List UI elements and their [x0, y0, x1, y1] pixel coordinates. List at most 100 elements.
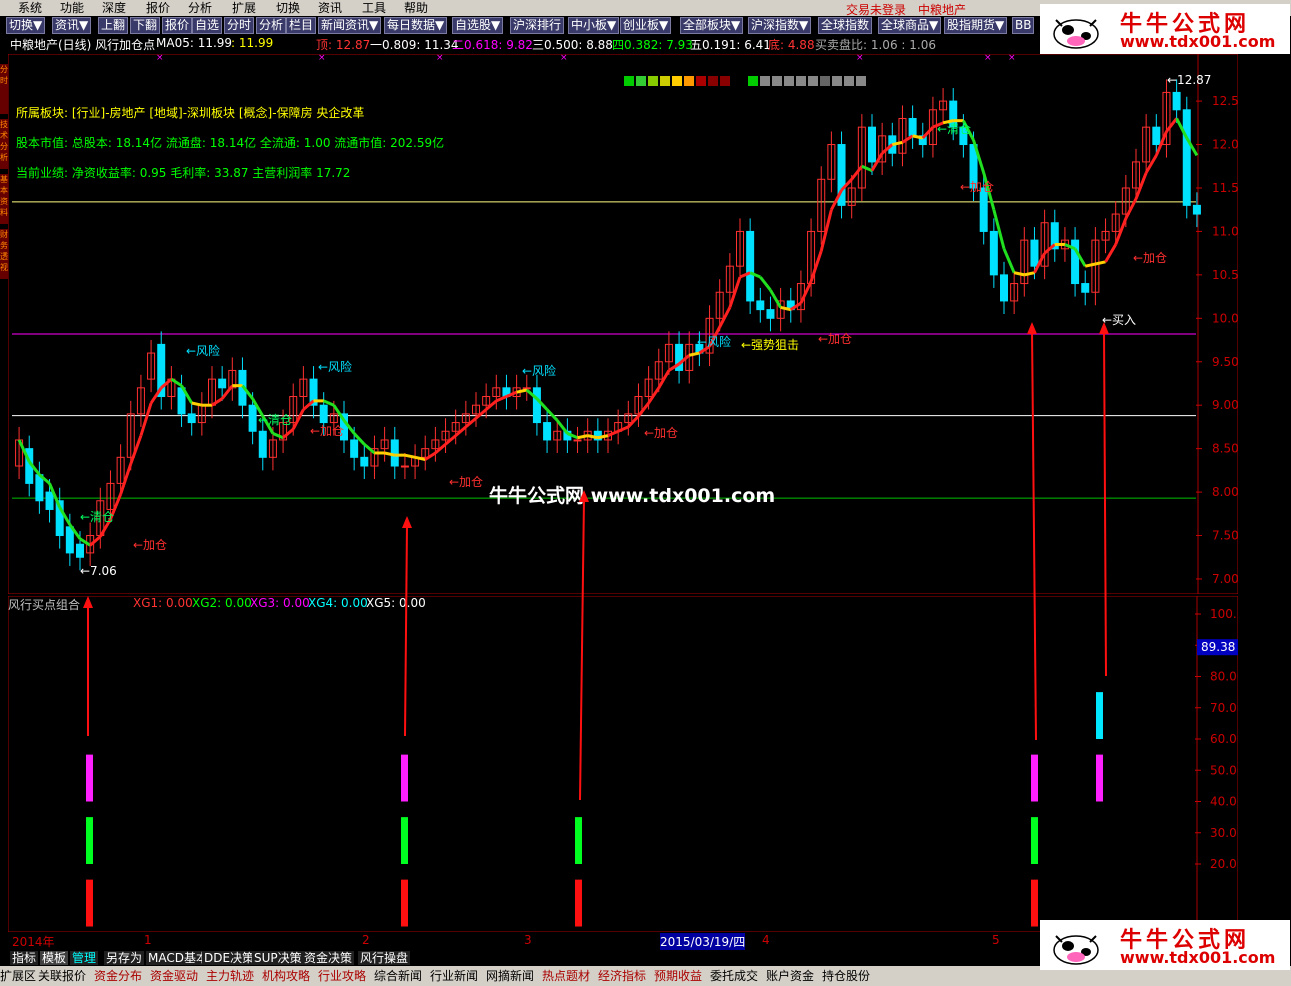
- candle-body: [573, 439, 582, 442]
- menu-item-6[interactable]: 切换: [276, 1, 300, 15]
- trend-line-segment: [769, 289, 782, 309]
- toolbar-button-19[interactable]: 股指期货▼: [944, 17, 1008, 34]
- toolbar-button-3[interactable]: 下翻: [130, 17, 161, 34]
- trend-line-segment: [291, 408, 305, 430]
- trend-line-segment: [129, 435, 143, 465]
- trend-line-segment: [516, 388, 528, 394]
- bottom-menu-item-10[interactable]: 热点题材: [542, 968, 590, 984]
- status-block-1: [760, 76, 770, 86]
- indicator-tick-5: 50.00: [1210, 763, 1238, 777]
- trend-line-segment: [211, 397, 223, 407]
- trend-line-segment: [1165, 117, 1178, 133]
- menu-item-5[interactable]: 扩展: [232, 1, 256, 15]
- logo-url: www.tdx001.com: [1120, 32, 1276, 51]
- annotation-4: ←强势狙击: [741, 338, 800, 352]
- toolbar-button-18[interactable]: 全球商品▼: [878, 17, 942, 34]
- signal-bar-magenta: [1096, 754, 1103, 802]
- bottom-menu-item-8[interactable]: 行业新闻: [430, 968, 478, 984]
- bottom-tab-6[interactable]: SUP决策: [252, 951, 304, 965]
- price-tick-0: 12.50: [1212, 94, 1238, 108]
- bottom-menu-item-2[interactable]: 资金分布: [94, 968, 142, 984]
- trend-line-segment: [1134, 172, 1148, 200]
- date-label-4: 2015/03/19/四: [660, 933, 746, 950]
- bottom-menu-item-15[interactable]: 持仓股份: [822, 968, 870, 984]
- left-tab-2[interactable]: 基本资料: [0, 174, 8, 224]
- bottom-menu-item-3[interactable]: 资金驱动: [150, 968, 198, 984]
- toolbar-button-4[interactable]: 报价: [162, 17, 193, 34]
- bottom-menu-item-4[interactable]: 主力轨迹: [206, 968, 254, 984]
- capital-info: 股本市值: 总股本: 18.14亿 流通盘: 18.14亿 全流通: 1.00 …: [16, 136, 445, 150]
- toolbar-button-11[interactable]: 自选股▼: [452, 17, 504, 34]
- level-two: 二0.618: 9.82: [452, 38, 533, 52]
- candle-body: [76, 543, 84, 558]
- bottom-tab-0[interactable]: 指标: [10, 951, 39, 965]
- bottom-menu-item-11[interactable]: 经济指标: [598, 968, 646, 984]
- menu-item-0[interactable]: 系统: [18, 1, 42, 15]
- toolbar-button-10[interactable]: 每日数据▼: [384, 17, 448, 34]
- bottom-tab-2[interactable]: 管理: [70, 951, 99, 965]
- left-tab-3[interactable]: 财务透视: [0, 229, 8, 279]
- signal-bar-green: [1031, 817, 1038, 864]
- menu-item-9[interactable]: 帮助: [404, 1, 428, 15]
- bottom-tab-5[interactable]: DDE决策: [202, 951, 257, 965]
- annotation-5: ←清仓: [80, 510, 115, 524]
- status-block-4: [796, 76, 806, 86]
- candle-body: [1030, 239, 1039, 267]
- toolbar-button-12[interactable]: 沪深排行: [510, 17, 565, 34]
- toolbar-button-15[interactable]: 全部板块▼: [680, 17, 744, 34]
- menu-item-8[interactable]: 工具: [362, 1, 386, 15]
- menu-item-1[interactable]: 功能: [60, 1, 84, 15]
- strength-block-1: [636, 76, 646, 86]
- trend-line-segment: [809, 250, 823, 282]
- trend-line-segment: [891, 140, 903, 147]
- left-tab-1[interactable]: 技术分析: [0, 119, 8, 169]
- toolbar-button-6[interactable]: 分时: [224, 17, 255, 34]
- level-one: 一0.809: 11.34: [370, 38, 459, 52]
- status-block-6: [820, 76, 830, 86]
- menu-item-3[interactable]: 报价: [146, 1, 170, 15]
- candle-body: [1192, 204, 1201, 215]
- strength-block-2: [648, 76, 658, 86]
- toolbar-button-14[interactable]: 创业板▼: [620, 17, 672, 34]
- menu-item-4[interactable]: 分析: [188, 1, 212, 15]
- current-value-label: 89.38: [1201, 640, 1235, 654]
- bottom-menu-item-0[interactable]: 扩展区: [0, 968, 36, 984]
- candle-body: [1152, 126, 1161, 146]
- bottom-tab-4[interactable]: MACD基本: [146, 951, 210, 965]
- toolbar-button-8[interactable]: 栏目: [286, 17, 317, 34]
- annotation-7: ←清仓: [937, 122, 972, 136]
- bottom-menu-item-1[interactable]: 关联报价: [38, 968, 86, 984]
- bottom-tab-1[interactable]: 模板: [40, 951, 69, 965]
- toolbar-button-17[interactable]: 全球指数: [818, 17, 873, 34]
- toolbar-button-2[interactable]: 上翻: [98, 17, 129, 34]
- candle-body: [522, 387, 531, 390]
- level-three: 三0.500: 8.88: [532, 38, 613, 52]
- bottom-tab-8[interactable]: 风行操盘: [358, 951, 411, 965]
- toolbar-button-13[interactable]: 中小板▼: [568, 17, 620, 34]
- toolbar-button-0[interactable]: 切换▼: [6, 17, 46, 34]
- status-block-2: [772, 76, 782, 86]
- bottom-menu-item-7[interactable]: 综合新闻: [374, 968, 422, 984]
- toolbar-button-1[interactable]: 资讯▼: [52, 17, 92, 34]
- bottom-tab-7[interactable]: 资金决策: [302, 951, 355, 965]
- bottom-menu-item-5[interactable]: 机构攻略: [262, 968, 310, 984]
- toolbar-button-7[interactable]: 分析: [256, 17, 287, 34]
- bottom-menu-item-9[interactable]: 网摘新闻: [486, 968, 534, 984]
- trend-line-segment: [597, 434, 609, 440]
- menu-item-2[interactable]: 深度: [102, 1, 126, 15]
- indicator-chart[interactable]: 100.090.0080.0070.0060.0050.0040.0030.00…: [8, 596, 1238, 932]
- toolbar-button-9[interactable]: 新闻资讯▼: [318, 17, 382, 34]
- candle-body: [543, 422, 552, 441]
- bottom-menu-item-6[interactable]: 行业攻略: [318, 968, 366, 984]
- toolbar-button-20[interactable]: BB: [1012, 17, 1035, 34]
- signal-bar-cyan: [1096, 692, 1103, 739]
- bottom-menu-item-13[interactable]: 委托成交: [710, 968, 758, 984]
- menu-item-7[interactable]: 资讯: [318, 1, 342, 15]
- bottom-menu-item-14[interactable]: 账户资金: [766, 968, 814, 984]
- toolbar-button-16[interactable]: 沪深指数▼: [748, 17, 812, 34]
- bottom-menu-item-12[interactable]: 预期收益: [654, 968, 702, 984]
- left-tab-0[interactable]: 分时: [0, 64, 8, 114]
- bottom-tab-3[interactable]: 另存为: [104, 951, 145, 965]
- toolbar-button-5[interactable]: 自选: [192, 17, 223, 34]
- date-label-1: 1: [144, 933, 152, 947]
